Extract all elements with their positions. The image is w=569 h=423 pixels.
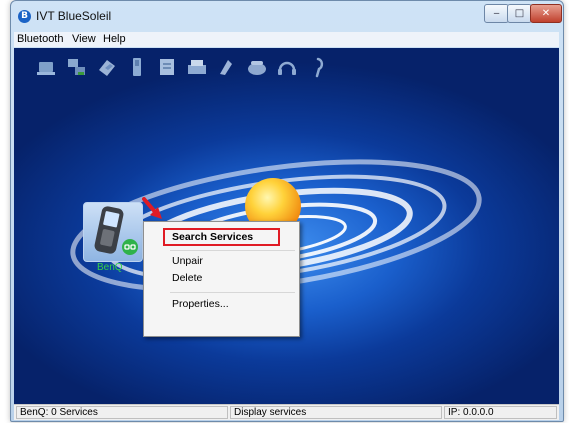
app-window: B IVT BlueSoleil ‒ □ ✕ Bluetooth View He… (10, 0, 564, 422)
search-services-highlight-box (163, 228, 280, 246)
maximize-button[interactable]: □ (507, 4, 532, 23)
window-title: IVT BlueSoleil (36, 9, 112, 23)
device-context-menu: Search Services Unpair Delete Properties… (143, 221, 300, 337)
status-action: Display services (230, 406, 442, 419)
network-access-icon[interactable] (36, 56, 58, 78)
dialup-networking-icon[interactable] (246, 56, 268, 78)
headset-icon[interactable] (276, 56, 298, 78)
menu-separator (170, 292, 295, 293)
close-button[interactable]: ✕ (530, 4, 562, 23)
hands-free-icon[interactable] (306, 56, 328, 78)
object-push-icon[interactable] (156, 56, 178, 78)
device-explorer-canvas[interactable]: BenQ Search Services Unpair Delete Prope… (14, 48, 559, 404)
status-ip: IP: 0.0.0.0 (444, 406, 557, 419)
menu-item-delete[interactable]: Delete (172, 272, 202, 284)
menu-item-properties[interactable]: Properties... (172, 298, 229, 310)
lan-access-icon[interactable] (66, 56, 88, 78)
bluesoleil-app-icon: B (18, 10, 31, 23)
file-transfer-icon[interactable] (96, 56, 118, 78)
status-device-info: BenQ: 0 Services (16, 406, 228, 419)
menu-bluetooth[interactable]: Bluetooth (17, 33, 63, 45)
minimize-button[interactable]: ‒ (484, 4, 509, 23)
benq-device[interactable] (83, 202, 143, 262)
menu-help[interactable]: Help (103, 33, 126, 45)
pim-sync-icon[interactable] (216, 56, 238, 78)
title-bar[interactable]: B IVT BlueSoleil ‒ □ ✕ (11, 1, 563, 29)
serial-port-icon[interactable] (126, 56, 148, 78)
device-name-label: BenQ (97, 262, 123, 273)
menu-bar: Bluetooth View Help (14, 32, 559, 47)
red-arrow-icon (142, 197, 162, 219)
menu-view[interactable]: View (72, 33, 96, 45)
fax-icon[interactable] (186, 56, 208, 78)
menu-separator (170, 250, 295, 251)
menu-item-unpair[interactable]: Unpair (172, 255, 203, 267)
paired-link-icon (122, 239, 138, 255)
status-bar: BenQ: 0 Services Display services IP: 0.… (14, 404, 559, 420)
